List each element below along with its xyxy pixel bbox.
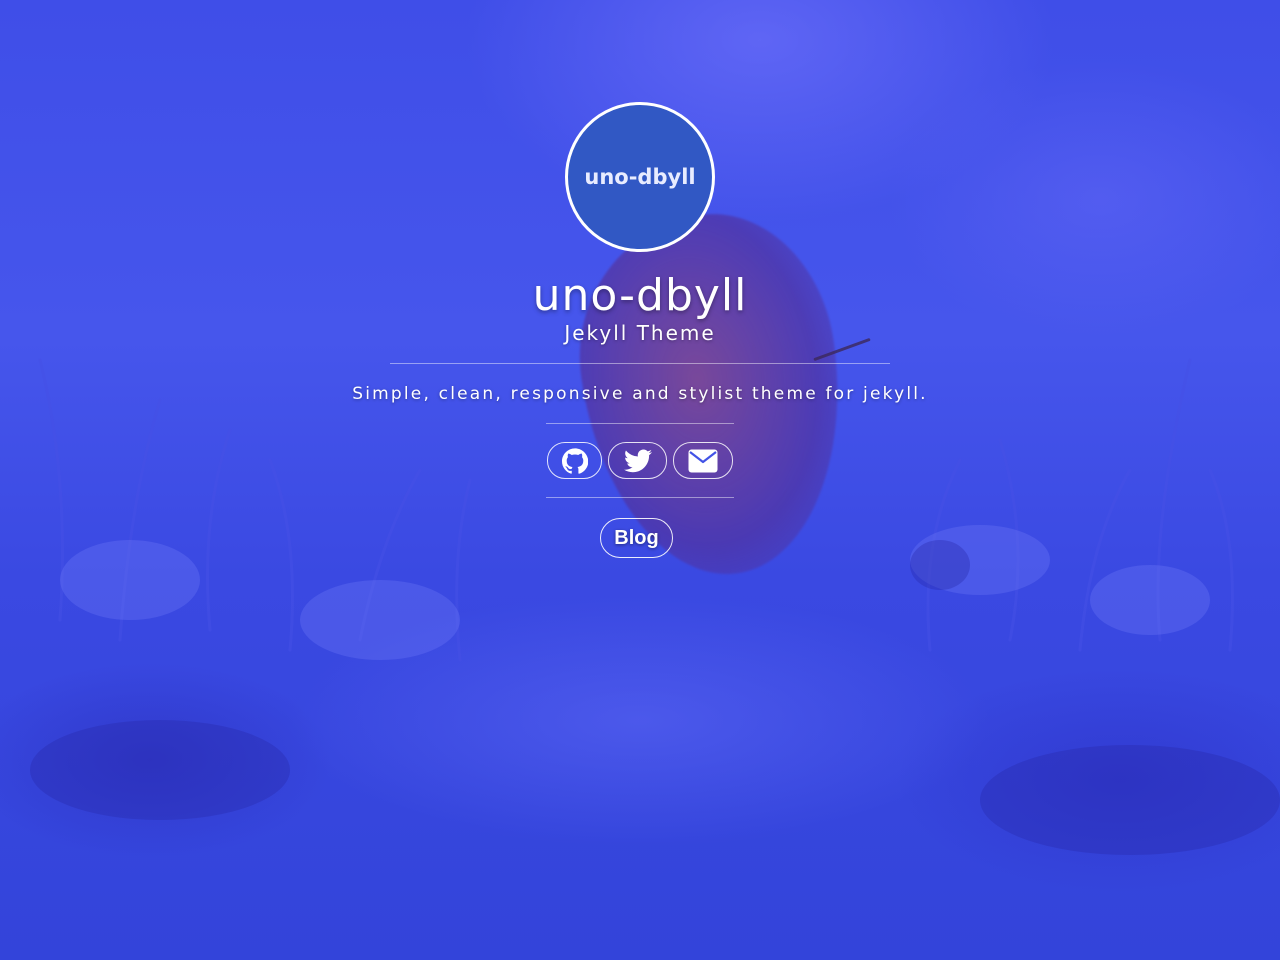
envelope-icon: [688, 449, 718, 473]
divider: [546, 423, 734, 424]
github-button[interactable]: [547, 442, 602, 479]
logo[interactable]: uno-dbyll: [565, 102, 715, 252]
divider: [546, 497, 734, 498]
site-subtitle: Jekyll Theme: [564, 321, 716, 345]
site-title: uno-dbyll: [532, 270, 748, 321]
social-links: [547, 442, 733, 479]
logo-text: uno-dbyll: [584, 165, 696, 189]
email-button[interactable]: [673, 442, 733, 479]
twitter-icon: [623, 448, 652, 473]
blog-button[interactable]: Blog: [600, 518, 673, 558]
github-icon: [561, 447, 588, 474]
twitter-button[interactable]: [608, 442, 667, 479]
divider: [390, 363, 890, 364]
tagline: Simple, clean, responsive and stylist th…: [352, 384, 928, 404]
